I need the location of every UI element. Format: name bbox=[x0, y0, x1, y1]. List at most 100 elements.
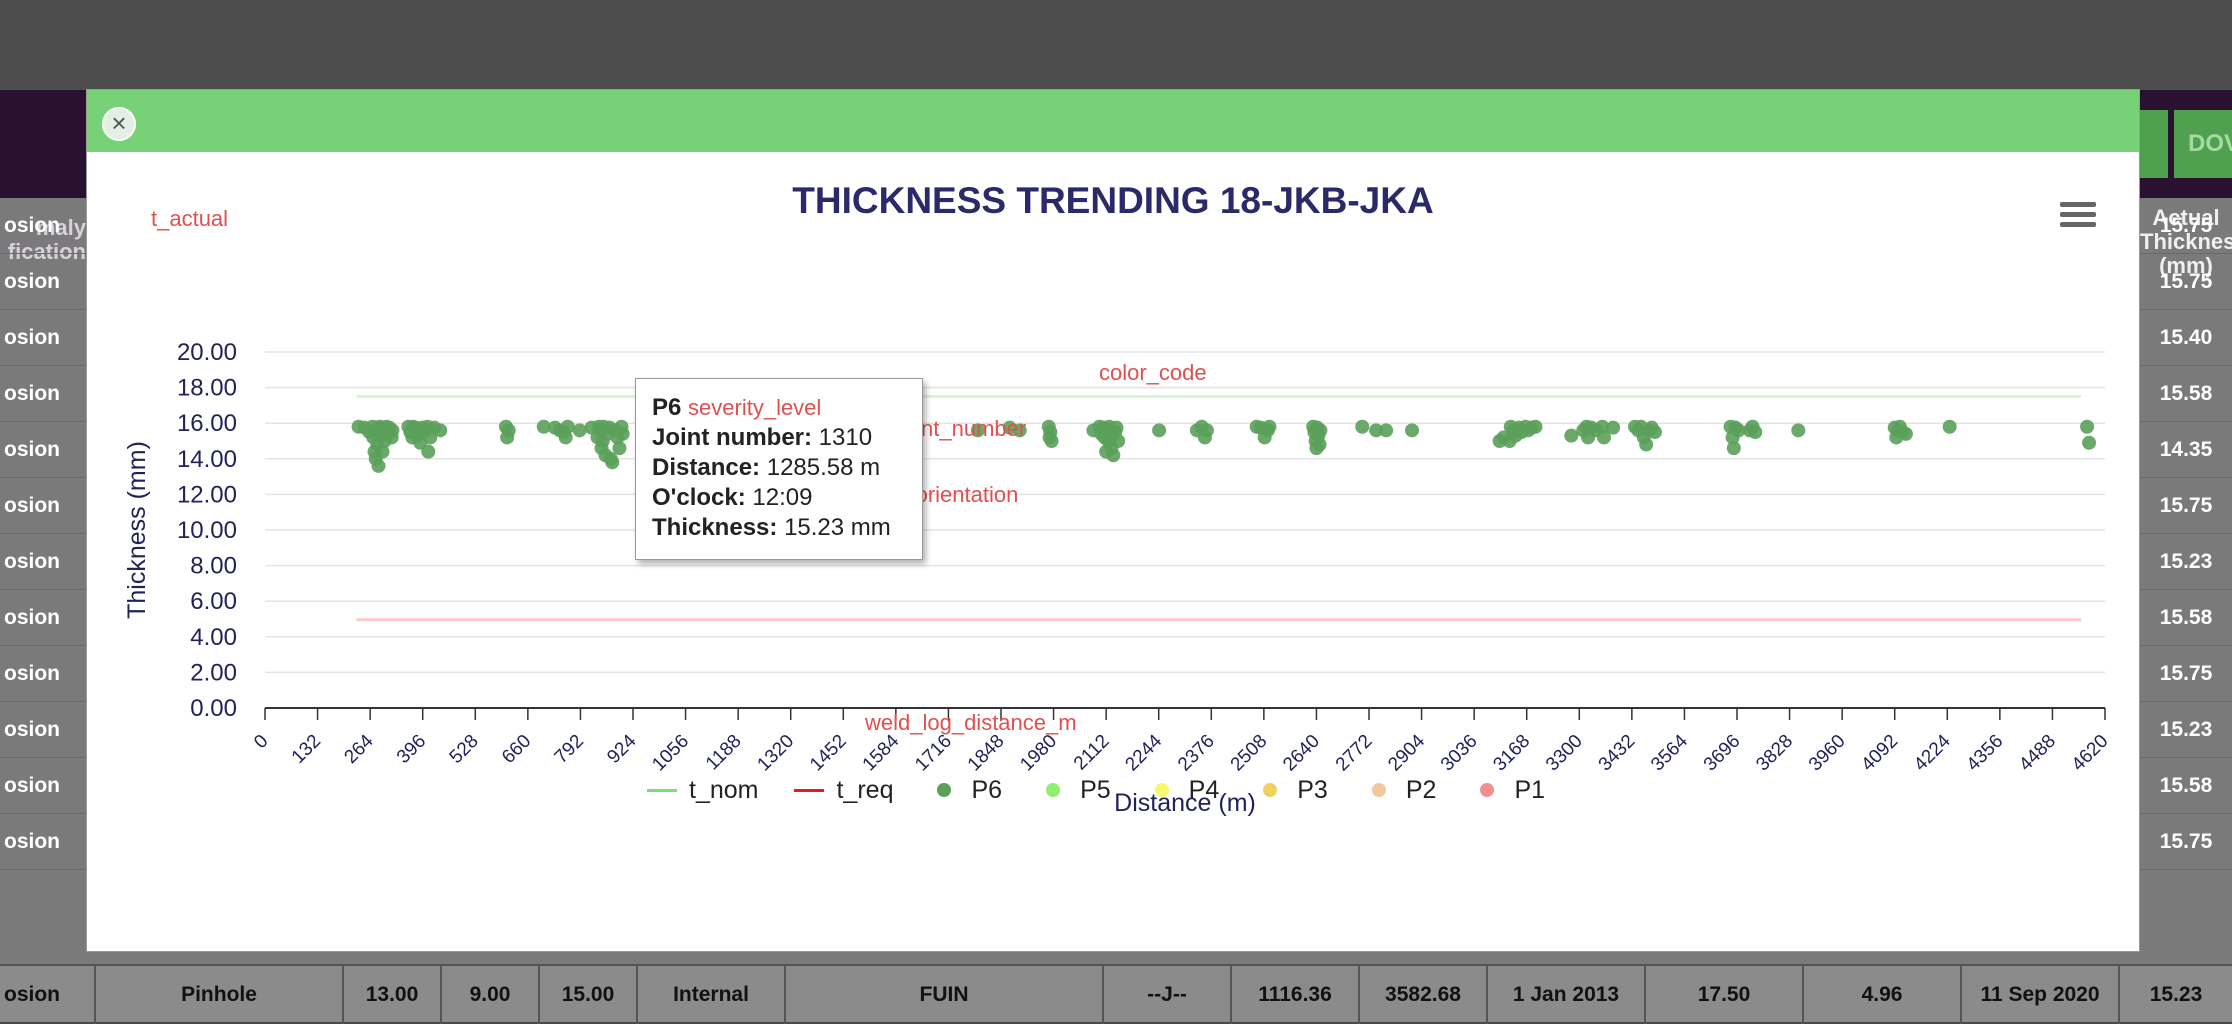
legend-item-t_nom[interactable]: t_nom bbox=[647, 776, 758, 805]
background-topbar bbox=[0, 0, 2232, 90]
legend-dot-symbol bbox=[937, 783, 952, 797]
background-cell: osion bbox=[4, 214, 60, 237]
x-tick-label: 528 bbox=[446, 731, 483, 768]
background-cell: 15.75 bbox=[2159, 214, 2213, 237]
data-point-P6 bbox=[1528, 419, 1543, 434]
x-tick-label: 2640 bbox=[1279, 731, 1324, 776]
data-point-P6 bbox=[1748, 425, 1763, 440]
y-tick-label: 0.00 bbox=[190, 695, 237, 722]
legend-dot-symbol bbox=[1154, 783, 1169, 797]
x-tick-label: 792 bbox=[551, 731, 588, 768]
x-tick-label: 1980 bbox=[1016, 731, 1061, 776]
legend-line-symbol bbox=[794, 788, 825, 792]
background-cell: 15.40 bbox=[2159, 326, 2213, 349]
data-point-P6 bbox=[612, 441, 627, 456]
x-tick-label: 2904 bbox=[1384, 730, 1429, 775]
y-tick-label: 10.00 bbox=[177, 517, 237, 544]
data-point-P6 bbox=[1791, 423, 1806, 438]
x-tick-label: 1848 bbox=[964, 731, 1009, 776]
y-tick-label: 8.00 bbox=[190, 553, 237, 580]
background-cell: osion bbox=[4, 326, 60, 349]
x-tick-label: 660 bbox=[498, 731, 535, 768]
data-point-P6 bbox=[1312, 437, 1327, 452]
y-tick-label: 20.00 bbox=[177, 339, 237, 366]
legend-item-P5[interactable]: P5 bbox=[1038, 776, 1111, 805]
data-point-P6 bbox=[1379, 423, 1394, 438]
x-tick-label: 3168 bbox=[1490, 731, 1535, 776]
x-tick-label: 2508 bbox=[1227, 731, 1272, 776]
x-tick-label: 2376 bbox=[1174, 731, 1219, 776]
background-cell: 15.58 bbox=[2159, 382, 2213, 405]
legend-line-symbol bbox=[647, 788, 677, 792]
background-cell: 15.58 bbox=[2159, 606, 2213, 629]
x-tick-label: 4224 bbox=[1910, 730, 1955, 775]
data-point-P6 bbox=[1942, 419, 1957, 434]
legend-item-P3[interactable]: P3 bbox=[1255, 776, 1328, 805]
data-point-P6 bbox=[371, 458, 386, 473]
data-point-P6 bbox=[605, 455, 620, 470]
legend-label: t_req bbox=[836, 775, 894, 804]
legend-item-P1[interactable]: P1 bbox=[1472, 776, 1545, 805]
legend-item-P4[interactable]: P4 bbox=[1147, 776, 1219, 805]
chart-menu-icon[interactable] bbox=[2060, 202, 2096, 232]
modal-header: × bbox=[87, 90, 2139, 152]
tooltip-series: P6 bbox=[652, 394, 682, 421]
background-download-button[interactable]: DOV bbox=[2174, 110, 2232, 178]
x-tick-label: 1452 bbox=[806, 731, 851, 776]
x-tick-label: 264 bbox=[340, 730, 378, 768]
legend-item-t_req[interactable]: t_req bbox=[794, 776, 893, 805]
data-point-P6 bbox=[1109, 420, 1124, 435]
background-cell: 15.58 bbox=[2159, 774, 2213, 797]
background-cell: 15.75 bbox=[2159, 830, 2213, 853]
y-axis-title: Thickness (mm) bbox=[123, 441, 151, 619]
background-cell: osion bbox=[4, 382, 60, 405]
x-tick-label: 132 bbox=[288, 731, 325, 768]
background-cell: osion bbox=[4, 718, 60, 741]
background-cell: osion bbox=[4, 270, 60, 293]
x-tick-label: 3828 bbox=[1752, 731, 1797, 776]
legend-label: P3 bbox=[1297, 775, 1328, 804]
annotation-t-actual: t_actual bbox=[151, 206, 229, 231]
background-cell: osion bbox=[4, 606, 60, 629]
data-point-P6 bbox=[1199, 423, 1214, 438]
tooltip-thickness: 15.23 mm bbox=[784, 514, 891, 541]
annotation-color-code: color_code bbox=[1099, 360, 1207, 385]
background-cell: osion bbox=[4, 550, 60, 573]
background-button[interactable] bbox=[2140, 110, 2168, 178]
data-point-P6 bbox=[1564, 428, 1579, 443]
x-tick-label: 2112 bbox=[1070, 731, 1114, 775]
tooltip-oclock: 12:09 bbox=[752, 484, 813, 511]
x-tick-label: 1320 bbox=[754, 731, 799, 776]
background-cell: 15.75 bbox=[2159, 270, 2213, 293]
y-tick-label: 2.00 bbox=[190, 659, 237, 686]
data-point-P6 bbox=[572, 423, 587, 438]
x-tick-label: 3564 bbox=[1647, 730, 1692, 775]
y-tick-label: 18.00 bbox=[177, 375, 237, 402]
background-cell: 14.35 bbox=[2159, 438, 2213, 461]
data-point-P6 bbox=[1647, 425, 1662, 440]
data-point-P6 bbox=[433, 423, 448, 438]
legend-dot-symbol bbox=[1480, 783, 1495, 797]
chart-title: THICKNESS TRENDING 18-JKB-JKA bbox=[792, 180, 1434, 221]
x-tick-label: 3036 bbox=[1437, 731, 1482, 776]
legend-label: P5 bbox=[1080, 775, 1111, 804]
legend-item-P6[interactable]: P6 bbox=[929, 776, 1002, 805]
chart-plot: 0.00 2.00 4.00 6.00 8.00 10.00 12.00 14.00 16.00… bbox=[123, 339, 2113, 817]
x-tick-label: 3960 bbox=[1805, 731, 1850, 776]
background-cell: 15.23 bbox=[2159, 718, 2213, 741]
y-tick-label: 4.00 bbox=[190, 624, 237, 651]
y-tick-label: 12.00 bbox=[177, 481, 237, 508]
data-point-P6 bbox=[2080, 419, 2095, 434]
annotation-severity-level: severity_level bbox=[688, 395, 822, 420]
legend-label: P2 bbox=[1405, 775, 1437, 804]
close-icon[interactable]: × bbox=[102, 107, 136, 141]
x-tick-label: 1584 bbox=[859, 730, 904, 775]
background-last-row: osion Pinhole 13.00 9.00 15.00 Internal … bbox=[0, 964, 2232, 1024]
x-tick-label: 1716 bbox=[911, 731, 956, 776]
x-tick-label: 4488 bbox=[2015, 731, 2060, 776]
data-point-P6 bbox=[615, 426, 630, 441]
background-cell: 15.75 bbox=[2159, 662, 2213, 685]
x-tick-label: 3696 bbox=[1700, 731, 1745, 776]
legend-item-P2[interactable]: P2 bbox=[1364, 775, 1437, 805]
data-point-P6 bbox=[1606, 420, 1621, 435]
